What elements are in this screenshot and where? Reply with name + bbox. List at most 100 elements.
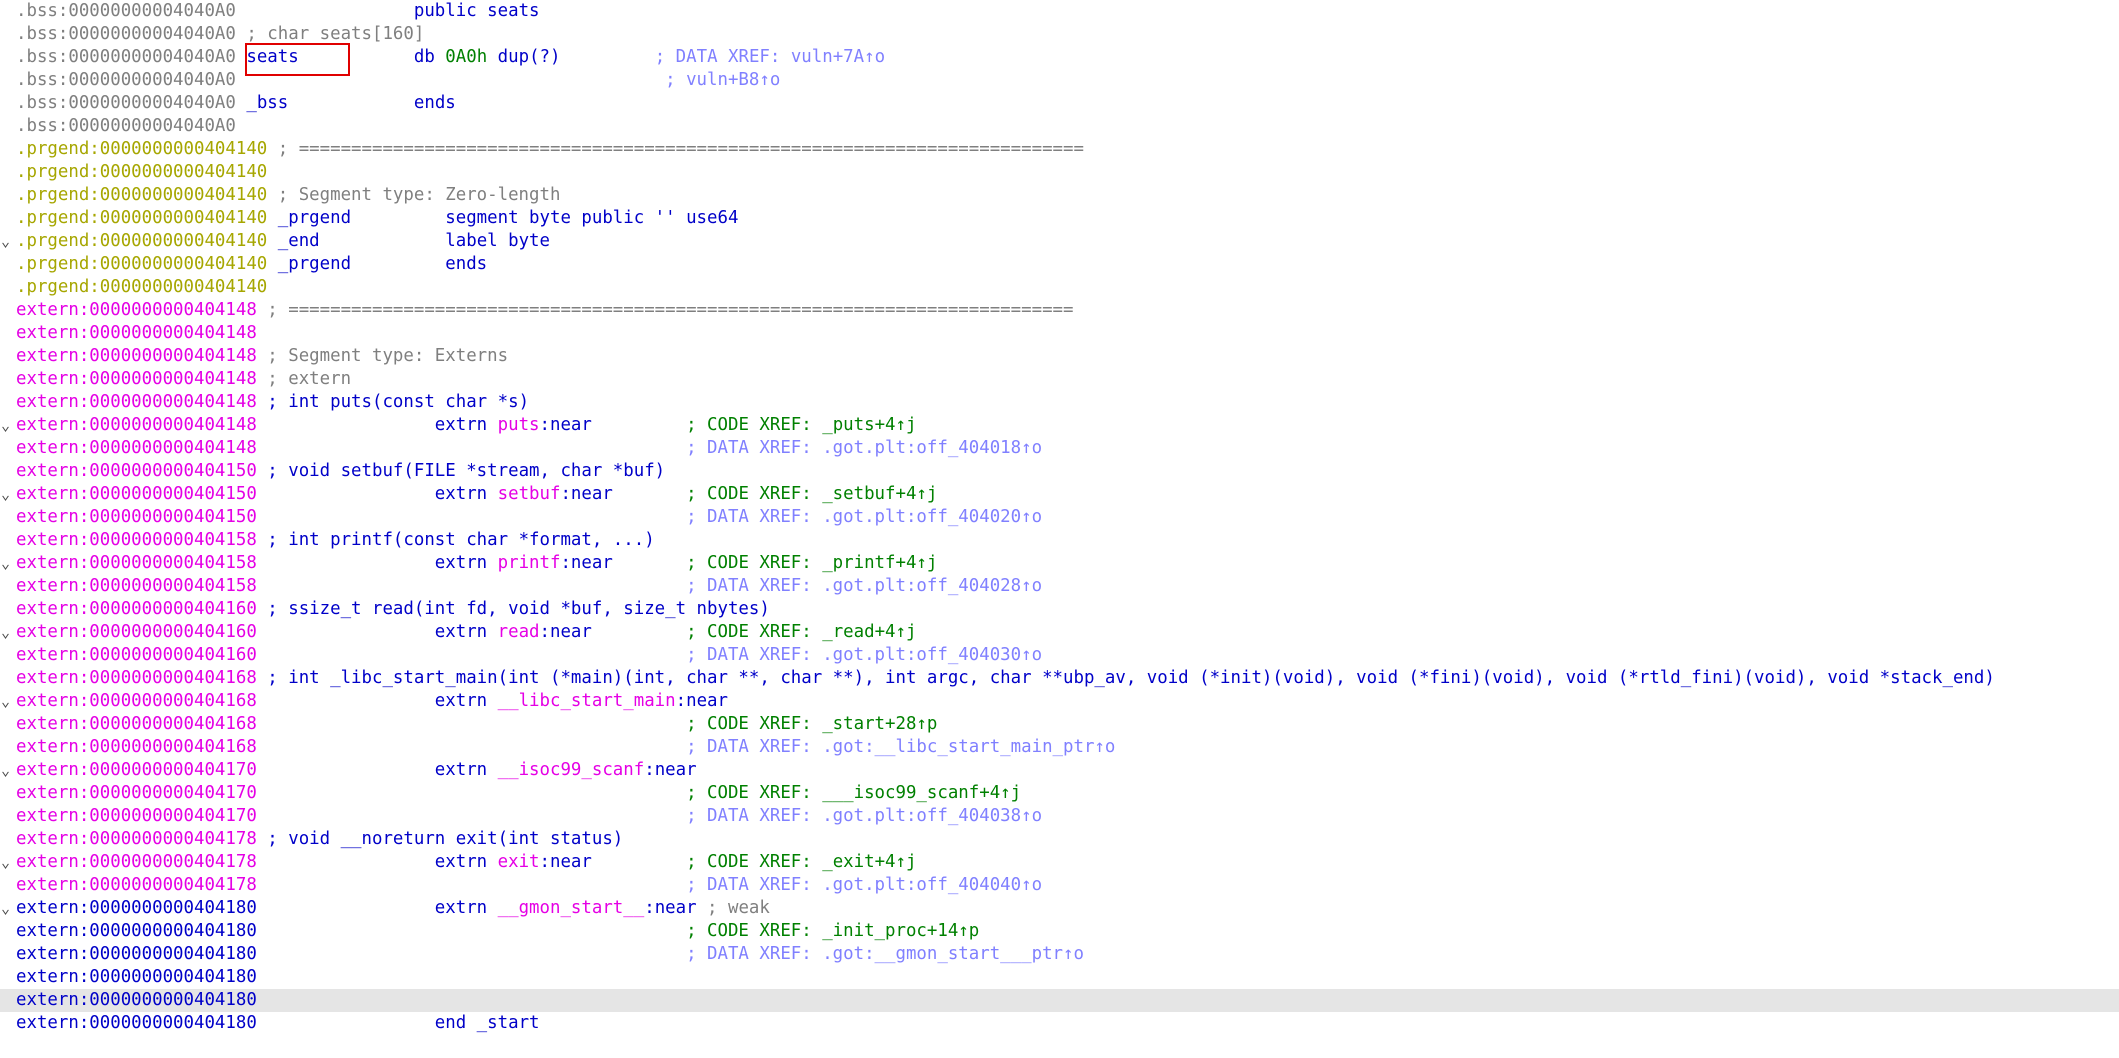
address-label[interactable]: extern:0000000000404170	[16, 783, 257, 803]
address-label[interactable]: extern:0000000000404148	[16, 415, 257, 435]
listing-line[interactable]: extern:0000000000404170 ; CODE XREF: ___…	[0, 782, 2119, 805]
address-label[interactable]: .prgend:0000000000404140	[16, 231, 267, 251]
fold-chevron-icon[interactable]: ⌄	[1, 897, 15, 920]
symbol-name[interactable]: _prgend	[267, 208, 351, 228]
address-label[interactable]: extern:0000000000404168	[16, 668, 257, 688]
fold-chevron-icon[interactable]: ⌄	[1, 759, 15, 782]
listing-line[interactable]: .bss:00000000004040A0 ; vuln+B8↑o	[0, 69, 2119, 92]
address-label[interactable]: .bss:00000000004040A0	[16, 24, 236, 44]
xref-comment[interactable]: ; vuln+B8↑o	[236, 70, 780, 90]
listing-line[interactable]: .prgend:0000000000404140 _prgend ends	[0, 253, 2119, 276]
listing-line[interactable]: extern:0000000000404168 ; DATA XREF: .go…	[0, 736, 2119, 759]
address-label[interactable]: extern:0000000000404148	[16, 323, 257, 343]
address-label[interactable]: .bss:00000000004040A0	[16, 93, 236, 113]
address-label[interactable]: extern:0000000000404180	[16, 990, 257, 1010]
xref-comment[interactable]: ; CODE XREF: _printf+4↑j	[686, 553, 937, 573]
address-label[interactable]: extern:0000000000404160	[16, 622, 257, 642]
address-label[interactable]: extern:0000000000404178	[16, 852, 257, 872]
address-label[interactable]: extern:0000000000404150	[16, 484, 257, 504]
address-label[interactable]: extern:0000000000404178	[16, 875, 257, 895]
listing-line[interactable]: .bss:00000000004040A0	[0, 115, 2119, 138]
listing-line[interactable]: .prgend:0000000000404140 ; Segment type:…	[0, 184, 2119, 207]
listing-line[interactable]: extern:0000000000404158 ; DATA XREF: .go…	[0, 575, 2119, 598]
fold-chevron-icon[interactable]: ⌄	[1, 414, 15, 437]
xref-comment[interactable]: ; DATA XREF: .got.plt:off_404018↑o	[257, 438, 1042, 458]
address-label[interactable]: extern:0000000000404168	[16, 691, 257, 711]
address-label[interactable]: extern:0000000000404180	[16, 921, 257, 941]
xref-comment[interactable]: ; DATA XREF: .got.plt:off_404020↑o	[257, 507, 1042, 527]
xref-comment[interactable]: ; CODE XREF: _init_proc+14↑p	[257, 921, 979, 941]
listing-line[interactable]: ⌄ .prgend:0000000000404140 _end label byt…	[0, 230, 2119, 253]
address-label[interactable]: extern:0000000000404168	[16, 737, 257, 757]
address-label[interactable]: extern:0000000000404160	[16, 645, 257, 665]
xref-comment[interactable]: ; CODE XREF: ___isoc99_scanf+4↑j	[257, 783, 1021, 803]
fold-chevron-icon[interactable]: ⌄	[1, 230, 15, 253]
listing-line[interactable]: ⌄ extern:0000000000404170 extrn __isoc99_…	[0, 759, 2119, 782]
address-label[interactable]: .prgend:0000000000404140	[16, 254, 267, 274]
xref-comment[interactable]: ; DATA XREF: .got.plt:off_404038↑o	[257, 806, 1042, 826]
xref-comment[interactable]: ; DATA XREF: .got.plt:off_404040↑o	[257, 875, 1042, 895]
address-label[interactable]: extern:0000000000404170	[16, 760, 257, 780]
xref-comment[interactable]: ; DATA XREF: .got:__libc_start_main_ptr↑…	[257, 737, 1115, 757]
listing-line[interactable]: ⌄ extern:0000000000404158 extrn printf:ne…	[0, 552, 2119, 575]
address-label[interactable]: .prgend:0000000000404140	[16, 277, 267, 297]
fold-chevron-icon[interactable]: ⌄	[1, 690, 15, 713]
listing-line[interactable]: ⌄ extern:0000000000404150 extrn setbuf:ne…	[0, 483, 2119, 506]
address-label[interactable]: .prgend:0000000000404140	[16, 185, 267, 205]
address-label[interactable]: extern:0000000000404170	[16, 806, 257, 826]
listing-line[interactable]: extern:0000000000404150 ; void setbuf(FI…	[0, 460, 2119, 483]
import-name[interactable]: printf	[498, 553, 561, 573]
listing-line[interactable]: .prgend:0000000000404140	[0, 276, 2119, 299]
listing-line[interactable]: extern:0000000000404160 ; DATA XREF: .go…	[0, 644, 2119, 667]
address-label[interactable]: extern:0000000000404160	[16, 599, 257, 619]
fold-chevron-icon[interactable]: ⌄	[1, 621, 15, 644]
address-label[interactable]: extern:0000000000404148	[16, 369, 257, 389]
listing-line[interactable]: extern:0000000000404180	[0, 966, 2119, 989]
listing-line[interactable]: .prgend:0000000000404140	[0, 161, 2119, 184]
listing-line[interactable]: extern:0000000000404180	[0, 989, 2119, 1012]
listing-line[interactable]: extern:0000000000404168 ; int _libc_star…	[0, 667, 2119, 690]
import-name[interactable]: setbuf	[498, 484, 561, 504]
xref-comment[interactable]: ; CODE XREF: _read+4↑j	[686, 622, 916, 642]
fold-chevron-icon[interactable]: ⌄	[1, 552, 15, 575]
import-name[interactable]: exit	[498, 852, 540, 872]
xref-comment[interactable]: ; CODE XREF: _start+28↑p	[257, 714, 937, 734]
fold-chevron-icon[interactable]: ⌄	[1, 483, 15, 506]
symbol-name[interactable]: _bss	[236, 93, 288, 113]
address-label[interactable]: .bss:00000000004040A0	[16, 116, 236, 136]
listing-line[interactable]: ⌄ extern:0000000000404148 extrn puts:near…	[0, 414, 2119, 437]
listing-line[interactable]: extern:0000000000404180 ; CODE XREF: _in…	[0, 920, 2119, 943]
address-label[interactable]: extern:0000000000404148	[16, 346, 257, 366]
listing-line[interactable]: extern:0000000000404170 ; DATA XREF: .go…	[0, 805, 2119, 828]
xref-comment[interactable]: ; CODE XREF: _setbuf+4↑j	[686, 484, 937, 504]
address-label[interactable]: extern:0000000000404180	[16, 944, 257, 964]
listing-line[interactable]: extern:0000000000404168 ; CODE XREF: _st…	[0, 713, 2119, 736]
listing-line[interactable]: ⌄ extern:0000000000404178 extrn exit:near…	[0, 851, 2119, 874]
listing-line[interactable]: extern:0000000000404160 ; ssize_t read(i…	[0, 598, 2119, 621]
listing-line[interactable]: extern:0000000000404180 end _start	[0, 1012, 2119, 1035]
listing-line[interactable]: .bss:00000000004040A0 seats db 0A0h dup(…	[0, 46, 2119, 69]
address-label[interactable]: extern:0000000000404178	[16, 829, 257, 849]
xref-comment[interactable]: ; DATA XREF: .got.plt:off_404030↑o	[257, 645, 1042, 665]
listing-line[interactable]: extern:0000000000404180 ; DATA XREF: .go…	[0, 943, 2119, 966]
listing-line[interactable]: extern:0000000000404178 ; void __noretur…	[0, 828, 2119, 851]
listing-line[interactable]: ⌄ extern:0000000000404168 extrn __libc_st…	[0, 690, 2119, 713]
listing-line[interactable]: extern:0000000000404148 ; int puts(const…	[0, 391, 2119, 414]
symbol-name[interactable]: _end	[267, 231, 320, 251]
listing-line[interactable]: extern:0000000000404148 ; ==============…	[0, 299, 2119, 322]
listing-line[interactable]: extern:0000000000404148 ; DATA XREF: .go…	[0, 437, 2119, 460]
symbol-name[interactable]: seats	[236, 47, 298, 67]
listing-line[interactable]: .bss:00000000004040A0 _bss ends	[0, 92, 2119, 115]
listing-line[interactable]: extern:0000000000404158 ; int printf(con…	[0, 529, 2119, 552]
disassembly-listing[interactable]: .bss:00000000004040A0 public seats .bss:0…	[0, 0, 2119, 1035]
import-name[interactable]: puts	[498, 415, 540, 435]
xref-comment[interactable]: ; DATA XREF: .got.plt:off_404028↑o	[257, 576, 1042, 596]
xref-comment[interactable]: ; DATA XREF: vuln+7A↑o	[560, 47, 885, 67]
address-label[interactable]: extern:0000000000404150	[16, 507, 257, 527]
listing-line[interactable]: ⌄ extern:0000000000404160 extrn read:near…	[0, 621, 2119, 644]
symbol-name[interactable]: _prgend	[267, 254, 351, 274]
address-label[interactable]: .bss:00000000004040A0	[16, 70, 236, 90]
listing-line[interactable]: .prgend:0000000000404140 _prgend segment…	[0, 207, 2119, 230]
address-label[interactable]: extern:0000000000404150	[16, 461, 257, 481]
listing-line[interactable]: extern:0000000000404178 ; DATA XREF: .go…	[0, 874, 2119, 897]
